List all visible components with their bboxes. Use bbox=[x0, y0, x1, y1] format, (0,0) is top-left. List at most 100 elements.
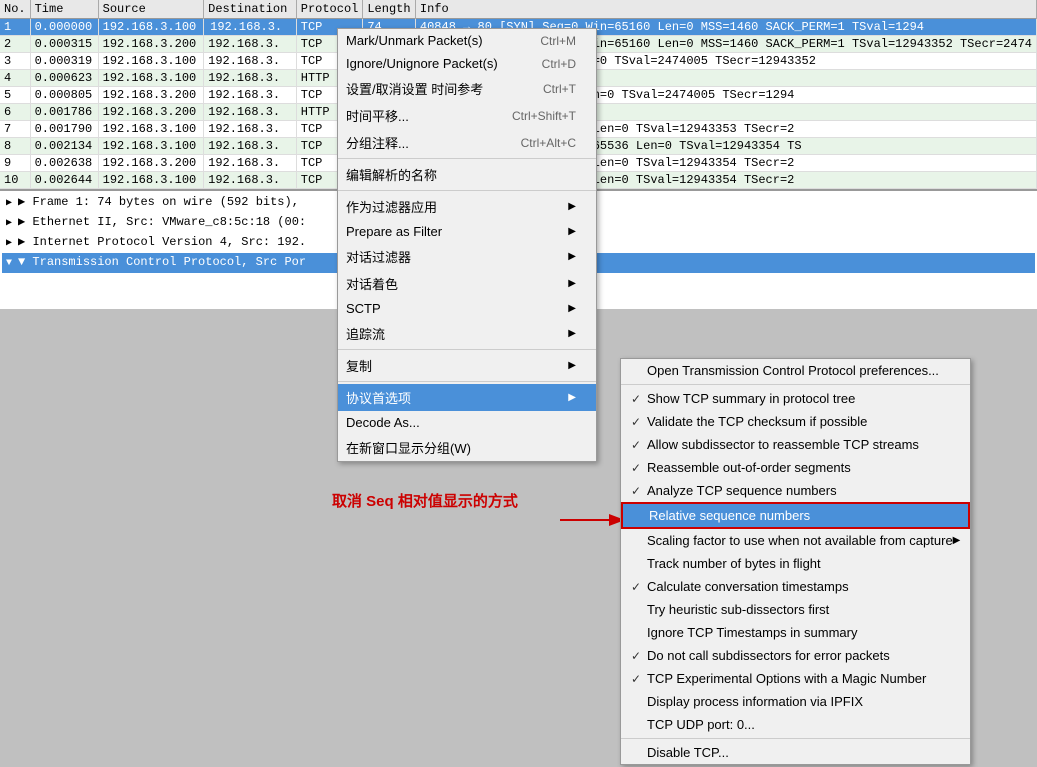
menu-shortcut: Ctrl+D bbox=[542, 57, 576, 71]
menu-item-label: 对话过滤器 bbox=[346, 247, 411, 266]
cell-no: 5 bbox=[0, 87, 30, 104]
cell-no: 4 bbox=[0, 70, 30, 87]
submenu-item-2[interactable]: ✓Validate the TCP checksum if possible bbox=[621, 410, 970, 433]
menu-item-label: 追踪流 bbox=[346, 324, 385, 343]
col-header-protocol: Protocol bbox=[296, 0, 363, 19]
submenu-item-0[interactable]: Open Transmission Control Protocol prefe… bbox=[621, 359, 970, 382]
menu-item-2[interactable]: 设置/取消设置 时间参考 Ctrl+T bbox=[338, 75, 596, 102]
cell-src: 192.168.3.100 bbox=[98, 121, 204, 138]
submenu-item-label: TCP Experimental Options with a Magic Nu… bbox=[647, 671, 926, 686]
col-header-source: Source bbox=[98, 0, 204, 19]
submenu-item-4[interactable]: ✓Reassemble out-of-order segments bbox=[621, 456, 970, 479]
submenu-item-14[interactable]: Display process information via IPFIX bbox=[621, 690, 970, 713]
cell-time: 0.000315 bbox=[30, 36, 98, 53]
menu-item-9[interactable]: 对话着色 ▶ bbox=[338, 270, 596, 297]
protocol-preferences-submenu[interactable]: Open Transmission Control Protocol prefe… bbox=[620, 358, 971, 765]
submenu-item-label: Display process information via IPFIX bbox=[647, 694, 863, 709]
menu-item-label: 协议首选项 bbox=[346, 388, 411, 407]
submenu-item-7[interactable]: Scaling factor to use when not available… bbox=[621, 529, 970, 552]
col-header-destination: Destination bbox=[204, 0, 297, 19]
submenu-item-11[interactable]: Ignore TCP Timestamps in summary bbox=[621, 621, 970, 644]
submenu-item-12[interactable]: ✓Do not call subdissectors for error pac… bbox=[621, 644, 970, 667]
submenu-item-16[interactable]: Disable TCP... bbox=[621, 741, 970, 764]
submenu-item-5[interactable]: ✓Analyze TCP sequence numbers bbox=[621, 479, 970, 502]
menu-item-label: 设置/取消设置 时间参考 bbox=[346, 79, 483, 98]
menu-item-label: 编辑解析的名称 bbox=[346, 165, 437, 184]
menu-item-11[interactable]: 追踪流▶ bbox=[338, 320, 596, 347]
cell-no: 3 bbox=[0, 53, 30, 70]
submenu-item-label: Open Transmission Control Protocol prefe… bbox=[647, 363, 939, 378]
menu-item-14[interactable]: Decode As... bbox=[338, 411, 596, 434]
submenu-item-3[interactable]: ✓Allow subdissector to reassemble TCP st… bbox=[621, 433, 970, 456]
check-mark-icon: ✓ bbox=[631, 484, 647, 498]
menu-item-4[interactable]: 分组注释...Ctrl+Alt+C bbox=[338, 129, 596, 156]
submenu-arrow-icon: ▶ bbox=[568, 226, 576, 237]
submenu-item-13[interactable]: ✓TCP Experimental Options with a Magic N… bbox=[621, 667, 970, 690]
cell-src: 192.168.3.100 bbox=[98, 138, 204, 155]
cell-src: 192.168.3.100 bbox=[98, 53, 204, 70]
cell-src: 192.168.3.100 bbox=[98, 70, 204, 87]
menu-item-6[interactable]: 作为过滤器应用▶ bbox=[338, 193, 596, 220]
cell-time: 0.000805 bbox=[30, 87, 98, 104]
cell-dst: 192.168.3. bbox=[204, 121, 297, 138]
submenu-item-10[interactable]: Try heuristic sub-dissectors first bbox=[621, 598, 970, 621]
cell-time: 0.001790 bbox=[30, 121, 98, 138]
submenu-item-label: Calculate conversation timestamps bbox=[647, 579, 849, 594]
submenu-item-1[interactable]: ✓Show TCP summary in protocol tree bbox=[621, 387, 970, 410]
check-mark-icon: ✓ bbox=[631, 649, 647, 663]
menu-item-10[interactable]: SCTP▶ bbox=[338, 297, 596, 320]
submenu-item-label: Ignore TCP Timestamps in summary bbox=[647, 625, 857, 640]
cell-src: 192.168.3.200 bbox=[98, 104, 204, 121]
menu-item-8[interactable]: 对话过滤器▶ bbox=[338, 243, 596, 270]
menu-item-15[interactable]: 在新窗口显示分组(W) bbox=[338, 434, 596, 461]
cell-no: 1 bbox=[0, 19, 30, 36]
submenu-item-label: Track number of bytes in flight bbox=[647, 556, 821, 571]
submenu-item-label: Disable TCP... bbox=[647, 745, 729, 760]
menu-item-12[interactable]: 复制▶ bbox=[338, 352, 596, 379]
menu-item-5[interactable]: 编辑解析的名称 bbox=[338, 161, 596, 188]
check-mark-icon: ✓ bbox=[631, 580, 647, 594]
menu-item-label: Mark/Unmark Packet(s) bbox=[346, 33, 483, 48]
submenu-item-6[interactable]: Relative sequence numbers bbox=[621, 502, 970, 529]
menu-item-7[interactable]: Prepare as Filter ▶ bbox=[338, 220, 596, 243]
submenu-item-label: Relative sequence numbers bbox=[649, 508, 810, 523]
cell-dst: 192.168.3. bbox=[204, 104, 297, 121]
menu-item-1[interactable]: Ignore/Unignore Packet(s) Ctrl+D bbox=[338, 52, 596, 75]
menu-item-label: Ignore/Unignore Packet(s) bbox=[346, 56, 498, 71]
col-header-no: No. bbox=[0, 0, 30, 19]
menu-item-label: 在新窗口显示分组(W) bbox=[346, 438, 471, 457]
menu-item-label: Prepare as Filter bbox=[346, 224, 442, 239]
submenu-item-9[interactable]: ✓Calculate conversation timestamps bbox=[621, 575, 970, 598]
submenu-item-label: Scaling factor to use when not available… bbox=[647, 533, 953, 548]
menu-item-13[interactable]: 协议首选项 ▶ bbox=[338, 384, 596, 411]
cell-time: 0.000623 bbox=[30, 70, 98, 87]
submenu-item-8[interactable]: Track number of bytes in flight bbox=[621, 552, 970, 575]
cell-time: 0.002638 bbox=[30, 155, 98, 172]
menu-item-0[interactable]: Mark/Unmark Packet(s)Ctrl+M bbox=[338, 29, 596, 52]
cell-no: 8 bbox=[0, 138, 30, 155]
submenu-arrow-icon: ▶ bbox=[568, 392, 576, 403]
cell-src: 192.168.3.100 bbox=[98, 172, 204, 189]
cell-src: 192.168.3.100 bbox=[98, 19, 204, 36]
cell-no: 6 bbox=[0, 104, 30, 121]
submenu-arrow-icon: ▶ bbox=[953, 535, 961, 546]
menu-item-3[interactable]: 时间平移...Ctrl+Shift+T bbox=[338, 102, 596, 129]
context-menu[interactable]: Mark/Unmark Packet(s)Ctrl+MIgnore/Unigno… bbox=[337, 28, 597, 462]
menu-item-label: 时间平移... bbox=[346, 106, 409, 125]
col-header-info: Info bbox=[415, 0, 1036, 19]
cell-time: 0.002134 bbox=[30, 138, 98, 155]
menu-item-label: 作为过滤器应用 bbox=[346, 197, 437, 216]
annotation-text: 取消 Seq 相对值显示的方式 bbox=[332, 490, 518, 511]
menu-shortcut: Ctrl+T bbox=[543, 82, 576, 96]
cell-dst: 192.168.3. bbox=[204, 138, 297, 155]
submenu-arrow-icon: ▶ bbox=[568, 278, 576, 289]
submenu-item-label: Reassemble out-of-order segments bbox=[647, 460, 851, 475]
cell-src: 192.168.3.200 bbox=[98, 36, 204, 53]
check-mark-icon: ✓ bbox=[631, 392, 647, 406]
cell-dst: 192.168.3. bbox=[204, 87, 297, 104]
menu-item-label: 对话着色 bbox=[346, 274, 398, 293]
submenu-item-label: Analyze TCP sequence numbers bbox=[647, 483, 837, 498]
submenu-item-15[interactable]: TCP UDP port: 0... bbox=[621, 713, 970, 736]
submenu-item-label: Show TCP summary in protocol tree bbox=[647, 391, 855, 406]
cell-dst: 192.168.3. bbox=[204, 53, 297, 70]
